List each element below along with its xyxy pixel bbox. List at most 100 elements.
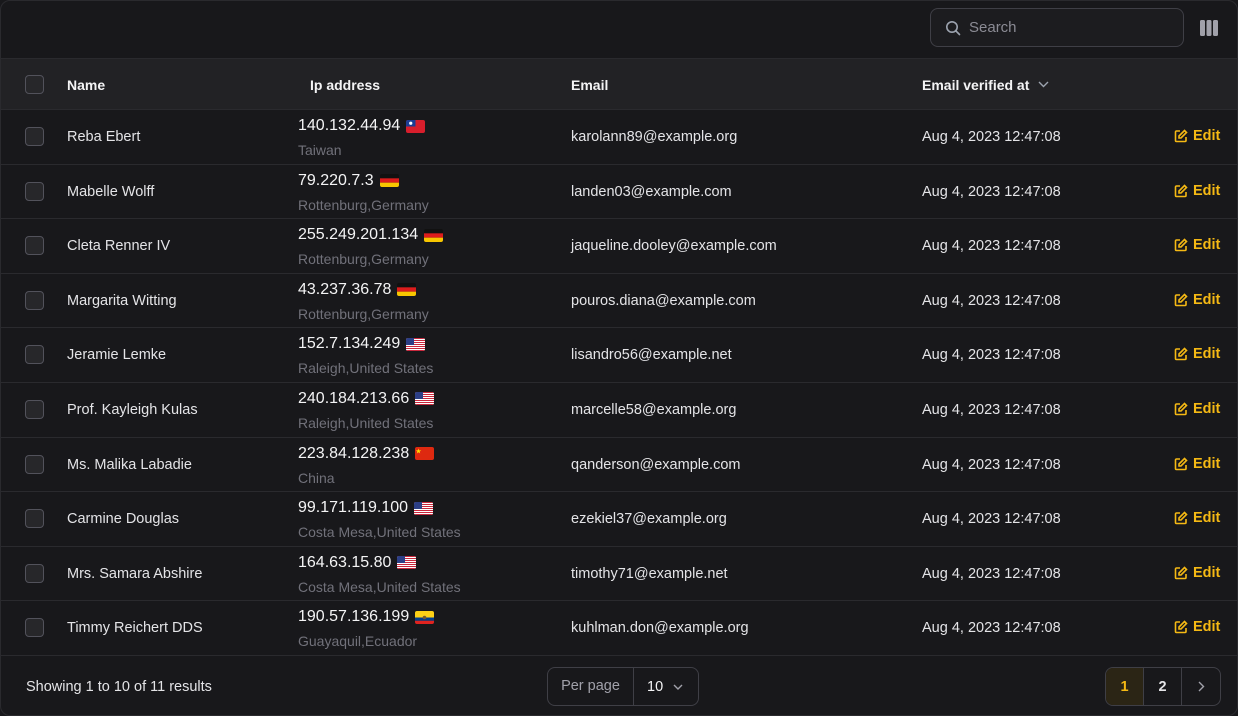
edit-icon: [1174, 511, 1188, 525]
edit-button[interactable]: Edit: [1174, 237, 1220, 253]
cell-location: Rottenburg,Germany: [298, 251, 429, 268]
cell-location: Raleigh,United States: [298, 414, 434, 431]
cell-location: Costa Mesa,United States: [298, 578, 461, 595]
cell-name: Carmine Douglas: [67, 511, 180, 528]
ip-address-text: 255.249.201.134: [298, 226, 419, 244]
row-checkbox[interactable]: [25, 290, 44, 310]
edit-label: Edit: [1193, 400, 1221, 417]
column-header-email[interactable]: Email: [571, 59, 608, 110]
cell-ip: 79.220.7.3: [298, 172, 399, 190]
cell-location: Rottenburg,Germany: [298, 305, 429, 322]
table-row: Carmine Douglas 99.171.119.100 Costa Mesa,…: [1, 492, 1237, 547]
table-row: Timmy Reichert DDS 190.57.136.199 Guayaqui…: [1, 601, 1237, 656]
cell-email: landen03@example.com: [571, 183, 732, 200]
edit-label: Edit: [1193, 510, 1221, 527]
edit-button[interactable]: Edit: [1174, 346, 1220, 362]
cell-email-verified: Aug 4, 2023 12:47:08: [922, 347, 1061, 364]
ip-address-text: 79.220.7.3: [298, 171, 374, 189]
page-button-1[interactable]: 1: [1106, 668, 1144, 705]
ip-address-text: 164.63.15.80: [298, 553, 392, 571]
cell-email: jaqueline.dooley@example.com: [571, 238, 777, 255]
column-header-name[interactable]: Name: [67, 59, 105, 110]
edit-label: Edit: [1193, 346, 1221, 363]
edit-button[interactable]: Edit: [1174, 456, 1220, 472]
row-checkbox[interactable]: [25, 127, 44, 146]
ip-address-text: 152.7.134.249: [298, 335, 401, 353]
row-checkbox[interactable]: [25, 399, 44, 419]
edit-button[interactable]: Edit: [1174, 619, 1220, 635]
cell-email: kuhlman.don@example.org: [571, 620, 749, 637]
table-header: Name Ip address Email Email verified at: [1, 59, 1237, 110]
cell-email-verified: Aug 4, 2023 12:47:08: [922, 401, 1061, 418]
select-all-checkbox[interactable]: [25, 75, 44, 94]
ip-address-text: 140.132.44.94: [298, 117, 401, 134]
ec-flag-icon: [415, 610, 435, 624]
ip-address-text: 190.57.136.199: [298, 608, 410, 626]
cell-location: Raleigh,United States: [298, 360, 434, 377]
cell-location: Guayaquil,Ecuador: [298, 633, 418, 650]
row-checkbox[interactable]: [25, 236, 44, 256]
edit-button[interactable]: Edit: [1174, 292, 1220, 308]
cell-ip: 223.84.128.238: [298, 444, 435, 463]
edit-button[interactable]: Edit: [1174, 565, 1220, 581]
per-page-value-text: 10: [647, 678, 664, 695]
search-input[interactable]: [969, 19, 1169, 36]
cell-name: Ms. Malika Labadie: [67, 456, 192, 473]
search-box[interactable]: [930, 8, 1184, 47]
next-page-button[interactable]: [1182, 668, 1220, 705]
edit-icon: [1174, 129, 1188, 143]
us-flag-icon: [397, 556, 417, 570]
cell-name: Reba Ebert: [67, 129, 141, 145]
edit-button[interactable]: Edit: [1174, 401, 1220, 417]
row-checkbox[interactable]: [25, 454, 44, 474]
table-row: Mabelle Wolff 79.220.7.3 Rottenburg,German…: [1, 165, 1237, 220]
cell-ip: 164.63.15.80: [298, 553, 417, 572]
row-checkbox[interactable]: [25, 618, 44, 638]
cell-email-verified: Aug 4, 2023 12:47:08: [922, 620, 1061, 637]
cell-name: Margarita Witting: [67, 292, 177, 309]
cell-name: Cleta Renner IV: [67, 238, 171, 255]
row-checkbox[interactable]: [25, 563, 44, 583]
per-page-label: Per page: [548, 668, 634, 705]
cell-email: marcelle58@example.org: [571, 401, 737, 418]
edit-button[interactable]: Edit: [1174, 128, 1220, 144]
page-button-2[interactable]: 2: [1144, 668, 1182, 705]
row-checkbox[interactable]: [25, 345, 44, 365]
edit-label: Edit: [1193, 237, 1221, 254]
cell-email: qanderson@example.com: [571, 456, 741, 473]
edit-label: Edit: [1193, 128, 1221, 144]
results-summary: Showing 1 to 10 of 11 results: [26, 679, 212, 695]
table-body: Reba Ebert 140.132.44.94 Taiwan karolann89@…: [1, 110, 1237, 656]
ip-address-text: 43.237.36.78: [298, 280, 392, 298]
cell-email: ezekiel37@example.org: [571, 511, 727, 528]
cn-flag-icon: [415, 447, 435, 461]
cell-ip: 240.184.213.66: [298, 389, 435, 408]
pagination: 1 2: [1105, 667, 1221, 706]
de-flag-icon: [397, 283, 417, 297]
ip-address-text: 240.184.213.66: [298, 389, 410, 407]
cell-email-verified: Aug 4, 2023 12:47:08: [922, 511, 1061, 528]
per-page-value[interactable]: 10: [634, 679, 683, 695]
cell-location: Taiwan: [298, 142, 342, 158]
row-checkbox[interactable]: [25, 181, 44, 201]
table-row: Ms. Malika Labadie 223.84.128.238 China qan…: [1, 438, 1237, 493]
cell-email-verified: Aug 4, 2023 12:47:08: [922, 129, 1061, 145]
cell-email: timothy71@example.net: [571, 565, 728, 582]
ip-address-text: 99.171.119.100: [298, 499, 409, 517]
edit-button[interactable]: Edit: [1174, 510, 1220, 526]
cell-name: Timmy Reichert DDS: [67, 620, 203, 637]
edit-icon: [1174, 456, 1188, 470]
edit-icon: [1174, 620, 1188, 634]
cell-email-verified: Aug 4, 2023 12:47:08: [922, 238, 1061, 255]
edit-button[interactable]: Edit: [1174, 183, 1220, 199]
cell-ip: 140.132.44.94: [298, 117, 426, 135]
cell-name: Mrs. Samara Abshire: [67, 565, 203, 582]
column-header-ip[interactable]: Ip address: [310, 59, 380, 110]
columns-icon[interactable]: [1200, 20, 1218, 36]
per-page-select[interactable]: Per page 10: [547, 667, 699, 706]
cell-email-verified: Aug 4, 2023 12:47:08: [922, 565, 1061, 582]
cell-email: pouros.diana@example.com: [571, 292, 756, 309]
ip-address-text: 223.84.128.238: [298, 444, 410, 462]
column-header-email-verified[interactable]: Email verified at: [922, 59, 1049, 110]
row-checkbox[interactable]: [25, 509, 44, 529]
